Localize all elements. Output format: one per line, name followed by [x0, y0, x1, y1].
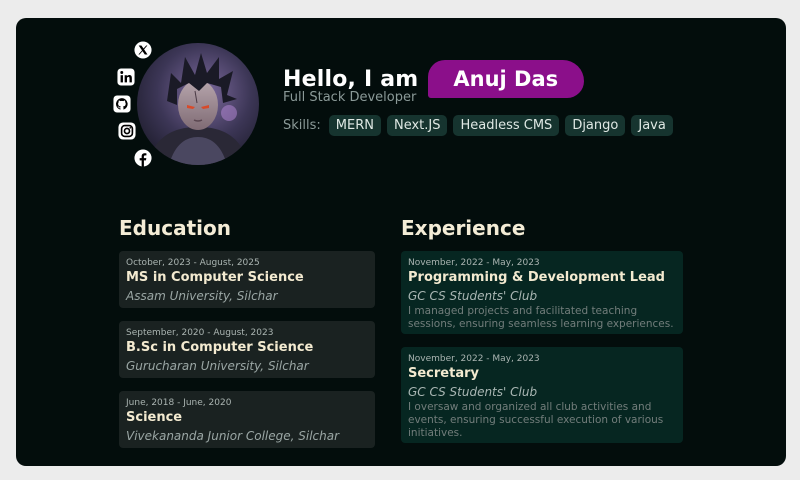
item-organization: Vivekananda Junior College, Silchar [126, 429, 340, 443]
portfolio-card: Hello, I am Anuj Das Full Stack Develope… [16, 18, 786, 466]
education-item: June, 2018 - June, 2020 Science Vivekana… [119, 391, 375, 448]
education-item: October, 2023 - August, 2025 MS in Compu… [119, 251, 375, 308]
item-title: Secretary [408, 366, 479, 381]
skill-chip: Next.JS [386, 115, 448, 136]
instagram-icon[interactable] [117, 121, 137, 141]
item-organization: GC CS Students' Club [408, 289, 538, 303]
skill-chip: Java [631, 115, 673, 136]
skill-chip: Django [565, 115, 626, 136]
profile-avatar [137, 43, 259, 165]
linkedin-icon[interactable] [116, 67, 136, 87]
skill-chip: Headless CMS [453, 115, 560, 136]
experience-heading: Experience [401, 216, 526, 240]
x-twitter-icon[interactable] [133, 40, 153, 60]
github-icon[interactable] [112, 94, 132, 114]
experience-item: November, 2022 - May, 2023 Programming &… [401, 251, 683, 334]
facebook-icon[interactable] [133, 148, 153, 168]
item-title: MS in Computer Science [126, 270, 304, 285]
item-organization: GC CS Students' Club [408, 385, 538, 399]
education-heading: Education [119, 216, 231, 240]
education-item: September, 2020 - August, 2023 B.Sc in C… [119, 321, 375, 378]
item-title: B.Sc in Computer Science [126, 340, 314, 355]
item-dates: November, 2022 - May, 2023 [408, 258, 540, 268]
item-title: Programming & Development Lead [408, 270, 665, 285]
item-organization: Assam University, Silchar [126, 289, 278, 303]
experience-item: November, 2022 - May, 2023 Secretary GC … [401, 347, 683, 443]
item-dates: October, 2023 - August, 2025 [126, 258, 260, 268]
skills-label: Skills: [283, 118, 321, 133]
name-badge: Anuj Das [428, 60, 585, 98]
role-subtitle: Full Stack Developer [283, 90, 417, 105]
skills-row: Skills: MERN Next.JS Headless CMS Django… [283, 115, 679, 136]
skill-chip: MERN [328, 115, 381, 136]
greeting-text: Hello, I am [283, 66, 419, 92]
item-dates: June, 2018 - June, 2020 [126, 398, 232, 408]
item-description: I oversaw and organized all club activit… [408, 401, 664, 439]
item-title: Science [126, 410, 183, 425]
item-description: I managed projects and facilitated teach… [408, 305, 674, 330]
item-dates: September, 2020 - August, 2023 [126, 328, 274, 338]
item-organization: Gurucharan University, Silchar [126, 359, 309, 373]
item-dates: November, 2022 - May, 2023 [408, 354, 540, 364]
